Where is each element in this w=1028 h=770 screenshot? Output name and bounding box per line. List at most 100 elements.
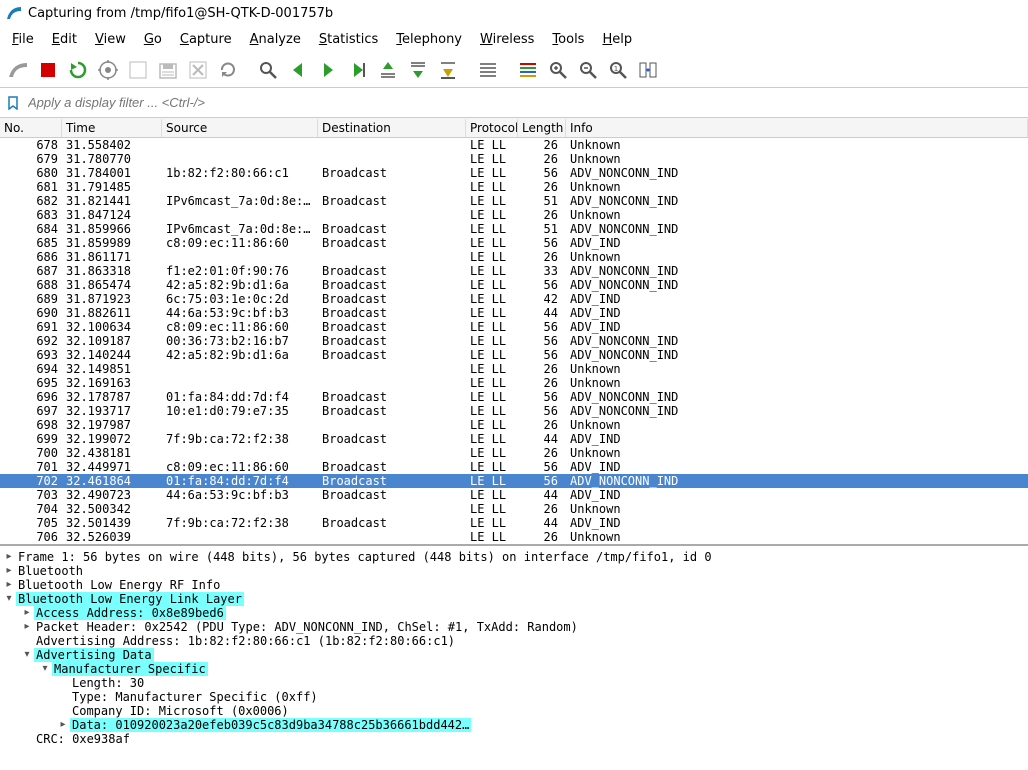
resize-cols-icon[interactable]: [634, 56, 662, 84]
tree-row[interactable]: ▸Bluetooth: [2, 564, 1026, 578]
zoom-reset-icon[interactable]: 1: [604, 56, 632, 84]
stop-icon[interactable]: [34, 56, 62, 84]
table-row[interactable]: 68831.86547442:a5:82:9b:d1:6aBroadcastLE…: [0, 278, 1028, 292]
filter-bookmark-icon[interactable]: [6, 96, 20, 110]
table-row[interactable]: 68631.861171LE LL26Unknown: [0, 250, 1028, 264]
table-row[interactable]: 68331.847124LE LL26Unknown: [0, 208, 1028, 222]
tree-row[interactable]: ▸Packet Header: 0x2542 (PDU Type: ADV_NO…: [2, 620, 1026, 634]
expand-arrow-icon[interactable]: ▾: [38, 662, 52, 676]
menu-analyze[interactable]: Analyze: [242, 30, 309, 49]
table-row[interactable]: 69832.197987LE LL26Unknown: [0, 418, 1028, 432]
table-row[interactable]: 68531.859989c8:09:ec:11:86:60BroadcastLE…: [0, 236, 1028, 250]
table-row[interactable]: 69332.14024442:a5:82:9b:d1:6aBroadcastLE…: [0, 348, 1028, 362]
prev-icon[interactable]: [284, 56, 312, 84]
column-header-length[interactable]: Length: [518, 119, 566, 137]
expand-arrow-icon[interactable]: ▸: [2, 578, 16, 592]
table-row[interactable]: 69132.100634c8:09:ec:11:86:60BroadcastLE…: [0, 320, 1028, 334]
tree-row[interactable]: ▾Manufacturer Specific: [2, 662, 1026, 676]
blank-icon[interactable]: [124, 56, 152, 84]
table-row[interactable]: 68931.8719236c:75:03:1e:0c:2dBroadcastLE…: [0, 292, 1028, 306]
table-row[interactable]: 67831.558402LE LL26Unknown: [0, 138, 1028, 152]
menu-edit[interactable]: Edit: [44, 30, 85, 49]
table-row[interactable]: 70532.5014397f:9b:ca:72:f2:38BroadcastLE…: [0, 516, 1028, 530]
table-row[interactable]: 69232.10918700:36:73:b2:16:b7BroadcastLE…: [0, 334, 1028, 348]
menu-telephony[interactable]: Telephony: [388, 30, 470, 49]
menu-view[interactable]: View: [87, 30, 134, 49]
tree-row[interactable]: Type: Manufacturer Specific (0xff): [2, 690, 1026, 704]
menu-help[interactable]: Help: [594, 30, 640, 49]
packet-details-pane[interactable]: ▸Frame 1: 56 bytes on wire (448 bits), 5…: [0, 544, 1028, 770]
tree-row[interactable]: ▸Bluetooth Low Energy RF Info: [2, 578, 1026, 592]
expand-arrow-icon[interactable]: ▸: [20, 606, 34, 620]
zoom-in-icon[interactable]: [544, 56, 572, 84]
restart-icon[interactable]: [64, 56, 92, 84]
expand-arrow-icon[interactable]: ▸: [20, 620, 34, 634]
table-row[interactable]: 69632.17878701:fa:84:dd:7d:f4BroadcastLE…: [0, 390, 1028, 404]
menu-tools[interactable]: Tools: [544, 30, 592, 49]
reload-icon[interactable]: [214, 56, 242, 84]
table-row[interactable]: 70132.449971c8:09:ec:11:86:60BroadcastLE…: [0, 460, 1028, 474]
column-header-time[interactable]: Time: [62, 119, 162, 137]
color-icon[interactable]: [514, 56, 542, 84]
up-icon[interactable]: [374, 56, 402, 84]
tree-label: Length: 30: [70, 676, 146, 690]
column-header-no[interactable]: No.: [0, 119, 62, 137]
table-row[interactable]: 68431.859966IPv6mcast_7a:0d:8e:…Broadcas…: [0, 222, 1028, 236]
table-row[interactable]: 69732.19371710:e1:d0:79:e7:35BroadcastLE…: [0, 404, 1028, 418]
expand-arrow-icon[interactable]: ▸: [56, 718, 70, 732]
menu-go[interactable]: Go: [136, 30, 170, 49]
expand-arrow-icon[interactable]: ▾: [2, 592, 16, 606]
goto-icon[interactable]: [344, 56, 372, 84]
options-icon[interactable]: [94, 56, 122, 84]
expand-arrow-icon[interactable]: ▾: [20, 648, 34, 662]
tree-row[interactable]: ▸Data: 010920023a20efeb039c5c83d9ba34788…: [2, 718, 1026, 732]
tree-row[interactable]: CRC: 0xe938af: [2, 732, 1026, 746]
down-icon[interactable]: [404, 56, 432, 84]
tree-row[interactable]: ▾Advertising Data: [2, 648, 1026, 662]
table-row[interactable]: 70232.46186401:fa:84:dd:7d:f4BroadcastLE…: [0, 474, 1028, 488]
shark-fin-icon[interactable]: [4, 56, 32, 84]
table-row[interactable]: 69432.149851LE LL26Unknown: [0, 362, 1028, 376]
table-row[interactable]: 68231.821441IPv6mcast_7a:0d:8e:…Broadcas…: [0, 194, 1028, 208]
table-row[interactable]: 69932.1990727f:9b:ca:72:f2:38BroadcastLE…: [0, 432, 1028, 446]
table-row[interactable]: 68731.863318f1:e2:01:0f:90:76BroadcastLE…: [0, 264, 1028, 278]
tree-row[interactable]: ▸Access Address: 0x8e89bed6: [2, 606, 1026, 620]
packet-list-pane[interactable]: No. Time Source Destination Protocol Len…: [0, 118, 1028, 544]
save-icon[interactable]: [154, 56, 182, 84]
menu-wireless[interactable]: Wireless: [472, 30, 542, 49]
table-row[interactable]: 69532.169163LE LL26Unknown: [0, 376, 1028, 390]
table-row[interactable]: 70032.438181LE LL26Unknown: [0, 446, 1028, 460]
last-icon[interactable]: [434, 56, 462, 84]
auto-scroll-icon[interactable]: [474, 56, 502, 84]
menu-file[interactable]: File: [4, 30, 42, 49]
close-icon[interactable]: [184, 56, 212, 84]
find-icon[interactable]: [254, 56, 282, 84]
table-row[interactable]: 68131.791485LE LL26Unknown: [0, 180, 1028, 194]
tree-row[interactable]: Company ID: Microsoft (0x0006): [2, 704, 1026, 718]
window-title: Capturing from /tmp/fifo1@SH-QTK-D-00175…: [28, 6, 333, 21]
tree-row[interactable]: Length: 30: [2, 676, 1026, 690]
column-header-info[interactable]: Info: [566, 119, 1028, 137]
table-row[interactable]: 69031.88261144:6a:53:9c:bf:b3BroadcastLE…: [0, 306, 1028, 320]
display-filter-input[interactable]: [24, 93, 1022, 112]
column-header-destination[interactable]: Destination: [318, 119, 466, 137]
column-header-protocol[interactable]: Protocol: [466, 119, 518, 137]
expand-arrow-icon[interactable]: ▸: [2, 564, 16, 578]
table-row[interactable]: 70332.49072344:6a:53:9c:bf:b3BroadcastLE…: [0, 488, 1028, 502]
table-row[interactable]: 68031.7840011b:82:f2:80:66:c1BroadcastLE…: [0, 166, 1028, 180]
next-icon[interactable]: [314, 56, 342, 84]
table-row[interactable]: 67931.780770LE LL26Unknown: [0, 152, 1028, 166]
packet-list-header[interactable]: No. Time Source Destination Protocol Len…: [0, 118, 1028, 138]
tree-row[interactable]: ▸Frame 1: 56 bytes on wire (448 bits), 5…: [2, 550, 1026, 564]
expand-arrow-icon[interactable]: ▸: [2, 550, 16, 564]
table-row[interactable]: 70632.526039LE LL26Unknown: [0, 530, 1028, 544]
tree-row[interactable]: Advertising Address: 1b:82:f2:80:66:c1 (…: [2, 634, 1026, 648]
menu-statistics[interactable]: Statistics: [311, 30, 386, 49]
zoom-out-icon[interactable]: [574, 56, 602, 84]
tree-label: Packet Header: 0x2542 (PDU Type: ADV_NON…: [34, 620, 580, 634]
titlebar: Capturing from /tmp/fifo1@SH-QTK-D-00175…: [0, 0, 1028, 26]
menu-capture[interactable]: Capture: [172, 30, 240, 49]
table-row[interactable]: 70432.500342LE LL26Unknown: [0, 502, 1028, 516]
tree-row[interactable]: ▾Bluetooth Low Energy Link Layer: [2, 592, 1026, 606]
column-header-source[interactable]: Source: [162, 119, 318, 137]
